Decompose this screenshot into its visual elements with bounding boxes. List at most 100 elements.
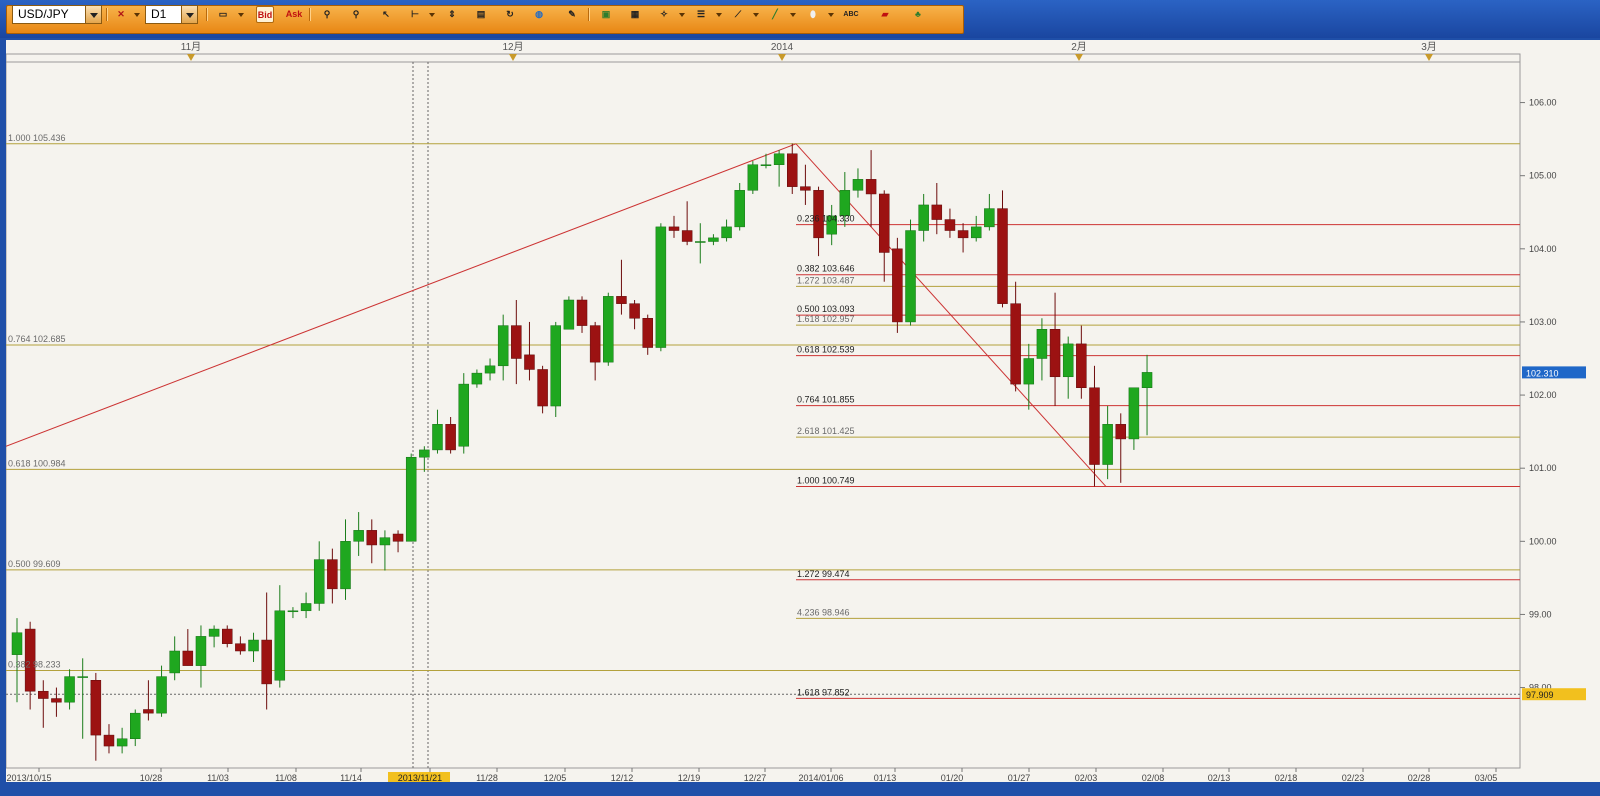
zoom-out-icon[interactable]: ⚲ <box>347 6 365 23</box>
candle-body <box>195 636 207 666</box>
x-tick-label: 02/28 <box>1408 773 1431 782</box>
candlestick-chart[interactable]: 1.000 105.436 0.764 102.685 0.618 100.984 0… <box>6 40 1600 782</box>
cursor-icon[interactable]: ↖ <box>377 6 395 23</box>
candle-body <box>734 190 745 228</box>
bid-button[interactable]: Bid <box>256 6 274 23</box>
order-icon[interactable]: ✕ <box>112 6 130 23</box>
candle-body <box>313 559 325 604</box>
month-label: 2月 <box>1071 41 1087 53</box>
candle-body <box>747 164 759 191</box>
line-chart-icon[interactable]: ▭ <box>214 6 232 23</box>
candle-body <box>116 738 128 747</box>
month-marker <box>778 54 786 61</box>
fib-level-label: 0.764 102.685 <box>8 334 66 344</box>
candle-body <box>852 179 864 191</box>
eraser-icon[interactable]: ▰ <box>876 6 894 23</box>
chart-area[interactable]: 1.000 105.436 0.764 102.685 0.618 100.984 0… <box>6 40 1600 782</box>
candle-body <box>405 456 417 542</box>
candle-body <box>760 164 772 166</box>
x-tick-label: 01/27 <box>1008 773 1031 782</box>
text-icon[interactable]: ▤ <box>472 6 490 23</box>
candle-body <box>1036 329 1048 359</box>
period-separator-icon[interactable]: ⇕ <box>443 6 461 23</box>
candle-body <box>957 230 969 239</box>
candle-body <box>143 709 154 714</box>
candle-body <box>432 424 443 451</box>
fib-level-label: 1.272 103.487 <box>797 275 855 285</box>
trend-line-icon[interactable]: ╱ <box>766 6 784 23</box>
toolbar: USD/JPY ✕ D1 ▭ Bid Ask ⚲ ⚲ ↖ ⊢ ⇕ ▤ ↻ ◍ ✎… <box>0 0 1600 38</box>
candle-body <box>353 530 364 542</box>
candle-body <box>1076 343 1087 388</box>
image-icon[interactable]: ▣ <box>597 6 615 23</box>
fib-level-label: 1.618 102.957 <box>797 314 855 324</box>
plot-frame <box>6 53 1521 769</box>
month-marker <box>1425 54 1433 61</box>
draw-line-icon[interactable]: ⟋ <box>729 6 747 23</box>
candle-body <box>787 153 798 187</box>
month-marker <box>1075 54 1083 61</box>
candle-body <box>484 365 496 374</box>
candle-body <box>1089 387 1100 465</box>
globe-icon[interactable]: ◍ <box>530 6 548 23</box>
chevron-down-icon[interactable] <box>679 13 685 17</box>
candle-body <box>235 643 246 652</box>
bank-icon[interactable]: ♣ <box>909 6 927 23</box>
fib-level-label: 0.618 102.539 <box>797 345 855 355</box>
candle-body <box>668 226 680 231</box>
x-tick-label: 02/18 <box>1275 773 1298 782</box>
toolbar-separator <box>206 8 208 21</box>
timeframe-select[interactable]: D1 <box>145 5 182 24</box>
month-marker <box>509 54 517 61</box>
candle-body <box>865 179 877 195</box>
candle-body <box>11 632 23 655</box>
symbol-dropdown-button[interactable] <box>85 5 102 24</box>
symbol-select[interactable]: USD/JPY <box>12 5 86 24</box>
candle-body <box>90 680 102 736</box>
fib-level-label: 0.236 104.330 <box>797 214 855 224</box>
x-tick-label: 12/05 <box>544 773 567 782</box>
zoom-in-icon[interactable]: ⚲ <box>318 6 336 23</box>
fib-level-label: 1.000 105.436 <box>8 133 66 143</box>
candle-body <box>878 193 890 253</box>
candle-body <box>681 230 693 242</box>
candle-body <box>169 650 180 674</box>
candle-body <box>931 204 943 220</box>
chevron-down-icon[interactable] <box>429 13 435 17</box>
candle-body <box>511 325 522 359</box>
candle-body <box>537 369 548 407</box>
crosshair-icon[interactable]: ⊢ <box>406 6 424 23</box>
refresh-icon[interactable]: ↻ <box>501 6 519 23</box>
shape-icon[interactable]: ⬮ <box>804 6 822 23</box>
month-label: 11月 <box>181 41 201 53</box>
y-tick-label: 100.00 <box>1529 536 1557 546</box>
candle-body <box>695 241 706 243</box>
candle-body <box>1023 358 1035 385</box>
x-tick-label: 02/08 <box>1142 773 1165 782</box>
candle-body <box>721 226 732 239</box>
candle-body <box>1141 372 1153 388</box>
month-label: 2014 <box>771 42 794 53</box>
chevron-down-icon[interactable] <box>753 13 759 17</box>
month-label: 3月 <box>1421 41 1437 53</box>
fib-level-label: 0.500 103.093 <box>797 304 855 314</box>
chevron-down-icon[interactable] <box>716 13 722 17</box>
chevron-down-icon[interactable] <box>238 13 244 17</box>
candle-body <box>708 237 719 242</box>
pencil-icon[interactable]: ✎ <box>563 6 581 23</box>
indicator-icon[interactable]: ☰ <box>692 6 710 23</box>
ask-button[interactable]: Ask <box>285 6 303 23</box>
x-tick-label: 2014/01/06 <box>798 773 843 782</box>
window-icon[interactable]: ▦ <box>626 6 644 23</box>
chevron-down-icon[interactable] <box>790 13 796 17</box>
y-tick-label: 105.00 <box>1529 171 1557 181</box>
fib-level-label: 0.382 98.233 <box>8 660 61 670</box>
x-tick-label: 03/05 <box>1475 773 1498 782</box>
chevron-down-icon[interactable] <box>828 13 834 17</box>
tools-icon[interactable]: ✧ <box>655 6 673 23</box>
x-tick-label: 12/19 <box>678 773 701 782</box>
timeframe-dropdown-button[interactable] <box>181 5 198 24</box>
candle-body <box>327 559 338 590</box>
abc-label-icon[interactable]: ABC <box>842 6 860 23</box>
chevron-down-icon[interactable] <box>134 13 140 17</box>
